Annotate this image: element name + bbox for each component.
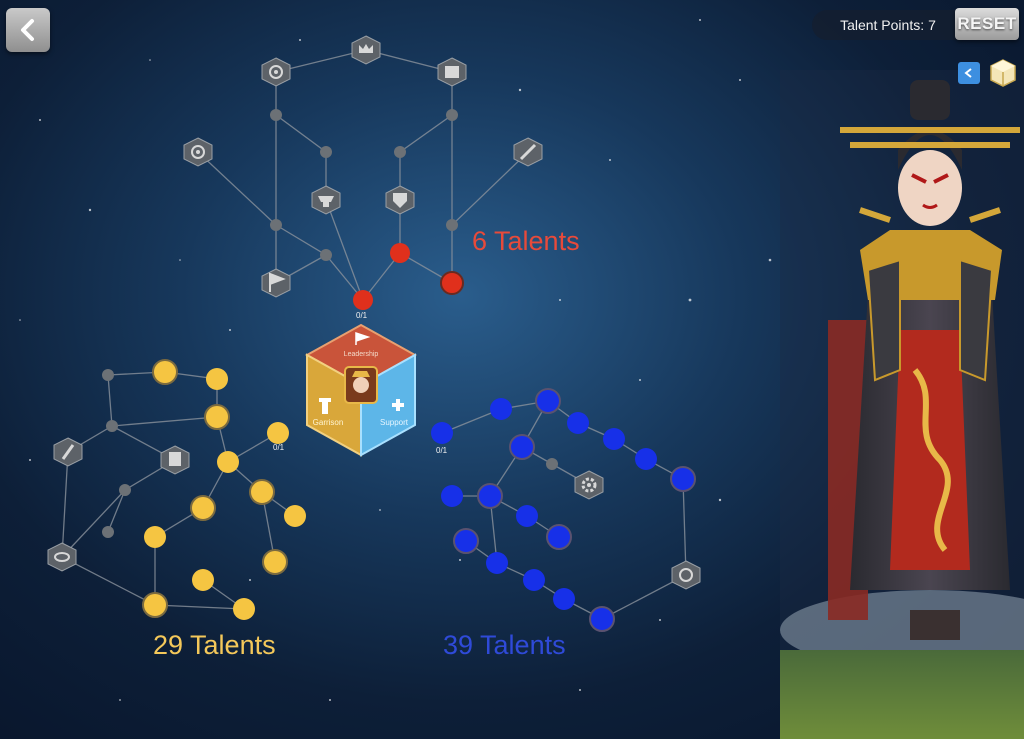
talent-node[interactable] xyxy=(477,483,503,509)
inactive-skill-icons xyxy=(47,35,701,590)
talent-node[interactable] xyxy=(206,368,228,390)
talent-node[interactable] xyxy=(270,219,282,231)
talent-node[interactable] xyxy=(523,569,545,591)
leadership-talent-nodes xyxy=(353,243,464,310)
talent-node[interactable] xyxy=(446,219,458,231)
wreath-icon[interactable] xyxy=(671,560,701,590)
talent-node[interactable] xyxy=(152,359,178,385)
talent-node[interactable] xyxy=(431,422,453,444)
talent-node[interactable] xyxy=(509,434,535,460)
talent-node[interactable] xyxy=(119,484,131,496)
talent-node[interactable] xyxy=(284,505,306,527)
torch-icon[interactable] xyxy=(53,437,83,467)
talent-node[interactable] xyxy=(394,146,406,158)
commander-figure xyxy=(780,70,1024,739)
anvil-icon[interactable] xyxy=(311,185,341,215)
talent-node[interactable] xyxy=(535,388,561,414)
talent-node[interactable] xyxy=(441,485,463,507)
back-button[interactable] xyxy=(6,8,50,52)
crown-icon[interactable] xyxy=(351,35,381,65)
tree-selector-hexagon xyxy=(304,323,418,457)
talent-node[interactable] xyxy=(516,505,538,527)
talent-node[interactable] xyxy=(453,528,479,554)
talent-node[interactable] xyxy=(192,569,214,591)
leadership-label: Leadership xyxy=(343,351,379,358)
scroll-icon[interactable] xyxy=(437,57,467,87)
talent-node[interactable] xyxy=(446,109,458,121)
talent-node[interactable] xyxy=(546,458,558,470)
flag-icon[interactable] xyxy=(261,268,291,298)
support-talent-nodes xyxy=(431,388,696,632)
talent-node[interactable] xyxy=(190,495,216,521)
talent-node[interactable] xyxy=(567,412,589,434)
talent-node[interactable] xyxy=(635,448,657,470)
talent-node[interactable] xyxy=(670,466,696,492)
garrison-label: Garrison xyxy=(312,418,344,427)
talent-points-value: 7 xyxy=(928,17,936,33)
collapse-panel-button[interactable] xyxy=(958,62,980,84)
talent-node[interactable] xyxy=(546,524,572,550)
spiral-icon[interactable] xyxy=(261,57,291,87)
talent-node[interactable] xyxy=(490,398,512,420)
talent-points-label: Talent Points: xyxy=(840,17,925,33)
talent-node[interactable] xyxy=(267,422,289,444)
talent-node[interactable] xyxy=(553,588,575,610)
garrison-node-counter: 0/1 xyxy=(273,443,285,452)
support-node-counter: 0/1 xyxy=(436,446,448,455)
chevron-left-icon xyxy=(21,19,34,41)
leadership-talent-count: 6 Talents xyxy=(472,226,580,256)
inactive-talent-nodes xyxy=(102,109,558,538)
garrison-talent-nodes xyxy=(142,359,306,620)
talent-node[interactable] xyxy=(233,598,255,620)
talent-node[interactable] xyxy=(262,549,288,575)
talent-node[interactable] xyxy=(353,290,373,310)
talent-node[interactable] xyxy=(204,404,230,430)
talent-node[interactable] xyxy=(249,479,275,505)
talent-node[interactable] xyxy=(144,526,166,548)
talent-node[interactable] xyxy=(142,592,168,618)
talent-points-display: Talent Points: 7 xyxy=(812,10,960,40)
talent-node[interactable] xyxy=(589,606,615,632)
talent-node[interactable] xyxy=(603,428,625,450)
support-label: Support xyxy=(379,418,409,427)
cube-icon[interactable] xyxy=(988,58,1018,88)
talent-node[interactable] xyxy=(390,243,410,263)
talent-node[interactable] xyxy=(270,109,282,121)
talent-node[interactable] xyxy=(106,420,118,432)
talent-node[interactable] xyxy=(440,271,464,295)
leadership-node-counter: 0/1 xyxy=(356,311,368,320)
talent-node[interactable] xyxy=(486,552,508,574)
support-talent-count: 39 Talents xyxy=(443,630,566,660)
reset-button[interactable]: RESET xyxy=(955,8,1019,40)
talent-node[interactable] xyxy=(217,451,239,473)
talent-node[interactable] xyxy=(320,249,332,261)
chevron-left-icon xyxy=(964,68,972,78)
garrison-talent-count: 29 Talents xyxy=(153,630,276,660)
talent-node[interactable] xyxy=(102,526,114,538)
shield-icon[interactable] xyxy=(385,185,415,215)
tower-icon[interactable] xyxy=(160,445,190,475)
gear-icon[interactable] xyxy=(574,470,604,500)
talent-node[interactable] xyxy=(320,146,332,158)
talent-node[interactable] xyxy=(102,369,114,381)
